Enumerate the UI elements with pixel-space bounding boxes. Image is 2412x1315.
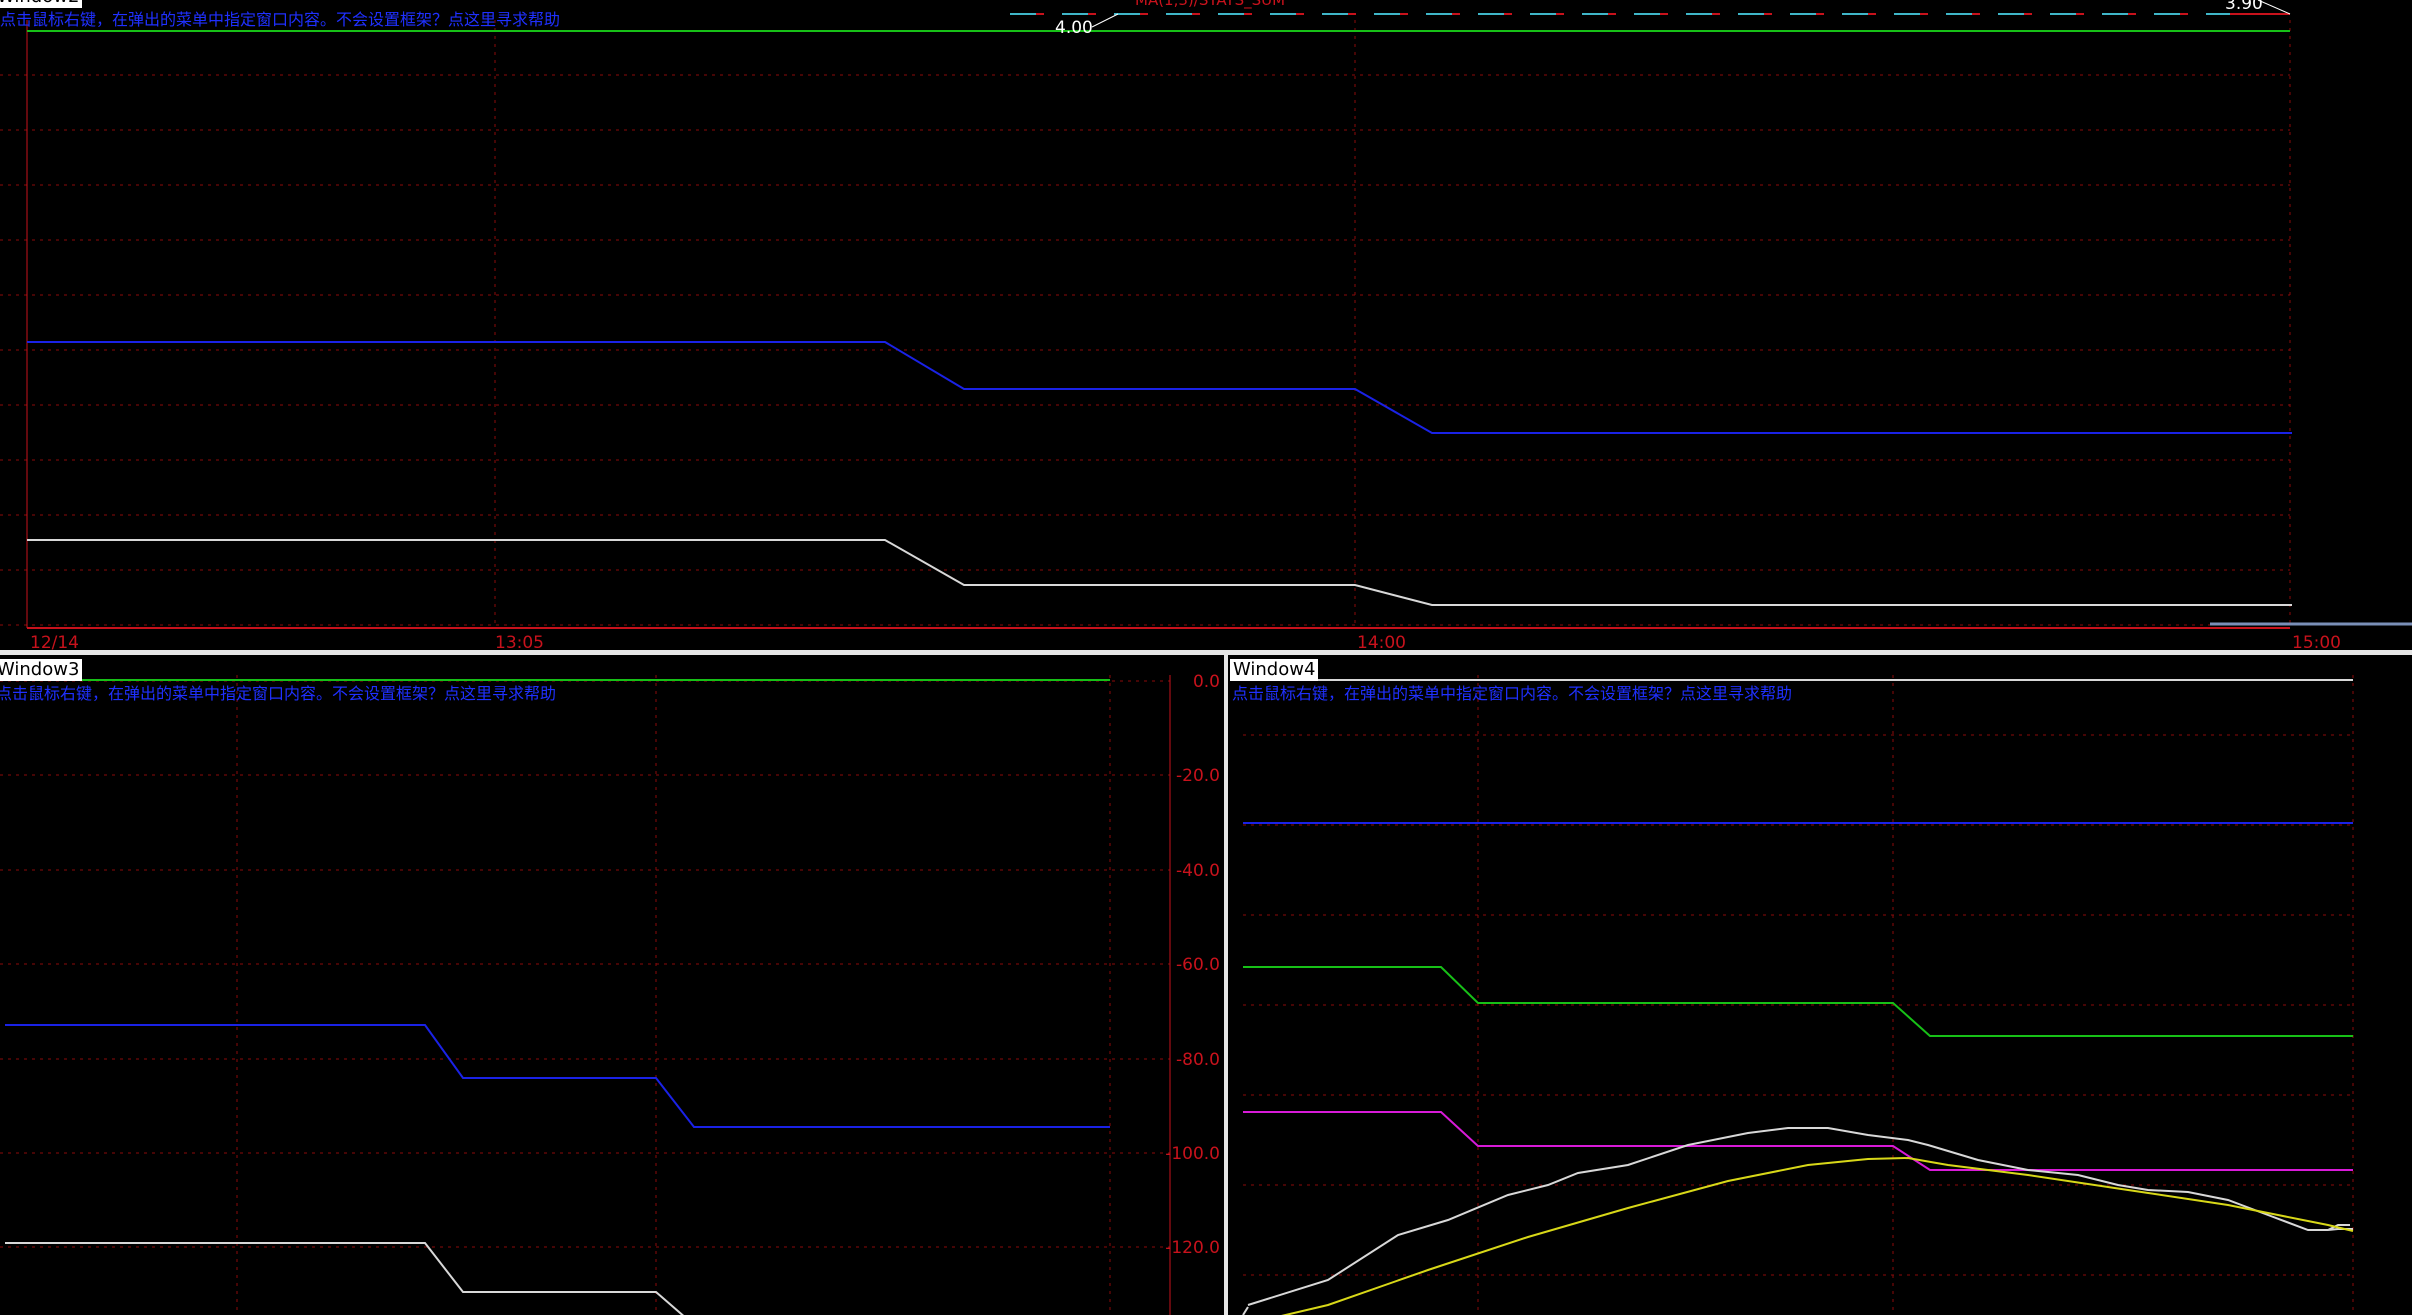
y-tick-label-6: -120.0	[1165, 1238, 1220, 1258]
series-white	[27, 539, 2292, 606]
chart-window-4[interactable]: Window4 点击鼠标右键，在弹出的菜单中指定窗口内容。不会设置框架？点这里寻…	[1228, 655, 2412, 1315]
y-tick-label-2: -40.0	[1176, 861, 1220, 881]
callout-leader-left	[1091, 13, 1119, 28]
grid-lines	[0, 20, 2291, 628]
series-yellow	[1281, 1156, 2354, 1315]
series-magenta	[1243, 1111, 2353, 1171]
series-blue	[27, 341, 2292, 434]
chart-window-2-canvas: 12/14 13:05 14:00 15:00 4.00 3.90 MA(1,3…	[0, 0, 2412, 650]
series-green	[1243, 966, 2353, 1037]
grid-lines	[1243, 675, 2354, 1315]
help-hint-link[interactable]: 点击鼠标右键，在弹出的菜单中指定窗口内容。不会设置框架？点这里寻求帮助	[0, 684, 556, 704]
grid-lines	[0, 675, 1170, 1315]
y-tick-label-3: -60.0	[1176, 955, 1220, 975]
legend-text: MA(1,3)/STATS_SUM	[1135, 0, 1285, 10]
value-label-left: 4.00	[1055, 18, 1093, 38]
window-label[interactable]: Window2	[0, 0, 83, 8]
y-tick-label-5: -100.0	[1165, 1144, 1220, 1164]
help-hint-link[interactable]: 点击鼠标右键，在弹出的菜单中指定窗口内容。不会设置框架？点这里寻求帮助	[0, 10, 560, 30]
y-tick-label-4: -80.0	[1176, 1050, 1220, 1070]
chart-window-4-canvas	[1242, 675, 2354, 1315]
window-label[interactable]: Window4	[1230, 659, 1319, 681]
x-tick-label-2: 14:00	[1357, 633, 1406, 650]
chart-window-3-canvas: 0.0 -20.0 -40.0 -60.0 -80.0 -100.0 -120.…	[0, 672, 1220, 1315]
value-label-right: 3.90	[2225, 0, 2263, 14]
series-white	[5, 1242, 685, 1315]
chart-window-2[interactable]: 12/14 13:05 14:00 15:00 4.00 3.90 MA(1,3…	[0, 0, 2412, 650]
x-tick-label-0: 12/14	[30, 633, 79, 650]
x-tick-label-3: 15:00	[2292, 633, 2341, 650]
series-white-curve	[1247, 1127, 2328, 1306]
series-blue	[5, 1024, 1110, 1128]
help-hint-link[interactable]: 点击鼠标右键，在弹出的菜单中指定窗口内容。不会设置框架？点这里寻求帮助	[1232, 684, 1792, 704]
y-tick-label-1: -20.0	[1176, 766, 1220, 786]
chart-window-3[interactable]: 0.0 -20.0 -40.0 -60.0 -80.0 -100.0 -120.…	[0, 655, 1224, 1315]
series-white-curve-start	[1242, 1306, 1249, 1315]
window-label[interactable]: Window3	[0, 659, 83, 681]
x-tick-label-1: 13:05	[495, 633, 544, 650]
y-tick-label-0: 0.0	[1193, 672, 1220, 692]
